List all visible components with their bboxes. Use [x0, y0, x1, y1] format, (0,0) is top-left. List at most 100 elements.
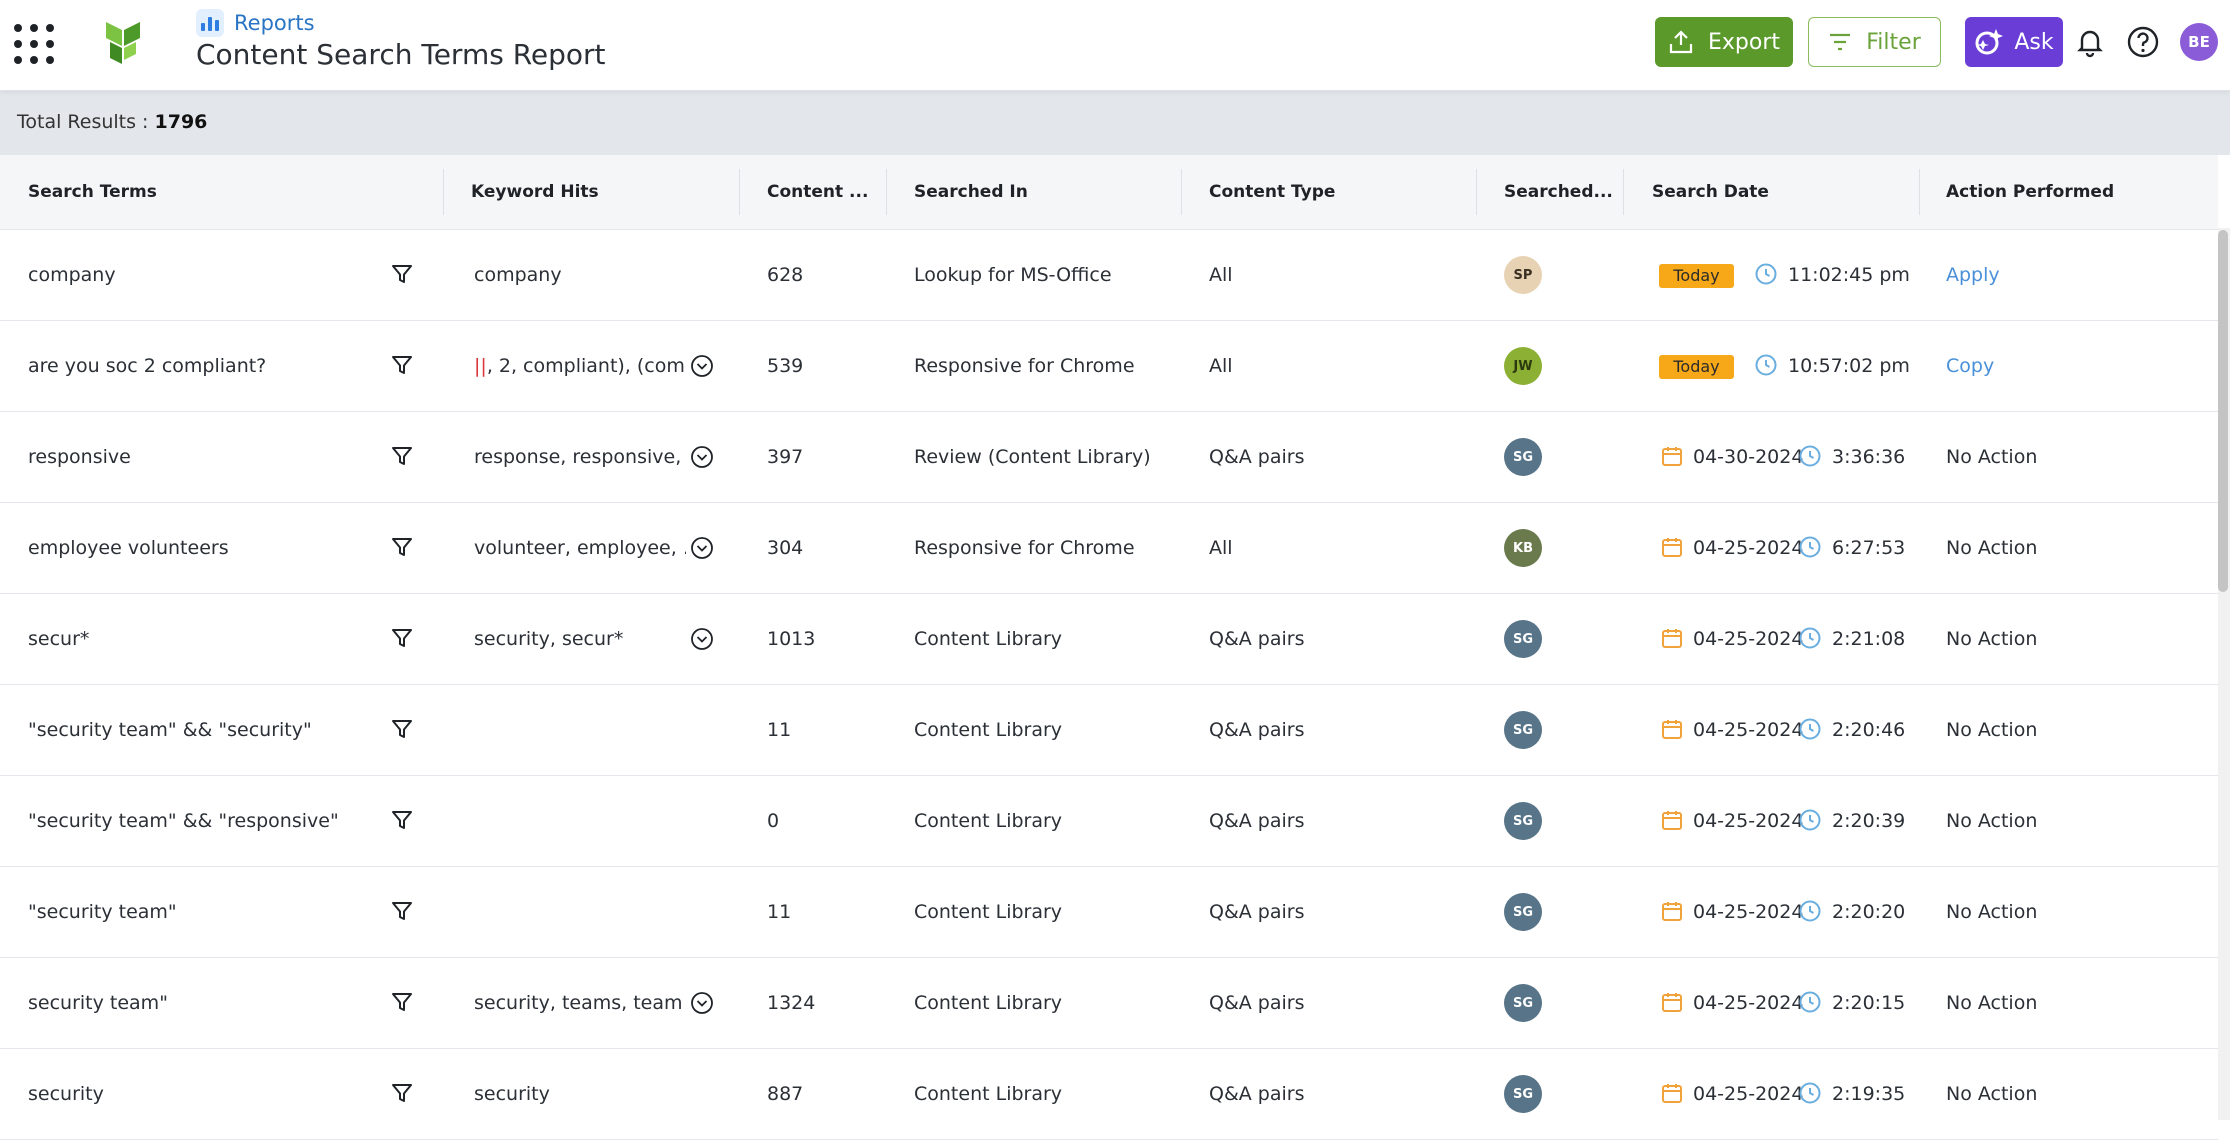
help-icon[interactable] [2125, 24, 2161, 60]
expand-keywords-icon[interactable] [690, 627, 714, 651]
table-row[interactable]: secur* security, secur* 1013 Content Librar… [0, 594, 2218, 685]
content-count: 539 [767, 355, 804, 377]
breadcrumb-reports[interactable]: Reports [196, 8, 315, 38]
col-content-count[interactable]: Content ... [767, 155, 868, 229]
search-time: 11:02:45 pm [1788, 264, 1910, 286]
export-button[interactable]: Export [1655, 17, 1793, 67]
filter-icon[interactable] [390, 626, 414, 650]
searched-by-avatar[interactable]: SG [1504, 893, 1542, 931]
clock-icon [1798, 990, 1822, 1014]
searched-by-avatar[interactable]: SG [1504, 984, 1542, 1022]
keyword-hits: security [474, 1049, 686, 1139]
col-search-terms[interactable]: Search Terms [28, 155, 157, 229]
column-divider[interactable] [886, 169, 887, 215]
expand-keywords-icon[interactable] [690, 991, 714, 1015]
content-type: Q&A pairs [1209, 719, 1305, 741]
expand-keywords-icon[interactable] [690, 536, 714, 560]
search-date: 04-25-2024 [1693, 1083, 1804, 1105]
keyword-hits-text: security, secur* [474, 628, 624, 650]
filter-icon[interactable] [390, 535, 414, 559]
expand-keywords-icon[interactable] [690, 445, 714, 469]
action-performed: No Action [1946, 719, 2038, 741]
table-row[interactable]: "security team" && "security" 11 Content L… [0, 685, 2218, 776]
calendar-icon [1660, 626, 1684, 650]
column-divider[interactable] [739, 169, 740, 215]
table-row[interactable]: employee volunteers volunteer, employee, … [0, 503, 2218, 594]
searched-by-avatar[interactable]: SG [1504, 711, 1542, 749]
today-badge: Today [1659, 355, 1734, 379]
bell-icon[interactable] [2072, 24, 2108, 60]
action-performed[interactable]: Copy [1946, 321, 1994, 411]
searched-by-avatar[interactable]: SG [1504, 802, 1542, 840]
action-performed: No Action [1946, 810, 2038, 832]
search-date: 04-25-2024 [1693, 992, 1804, 1014]
search-term: "security team" && "security" [28, 719, 312, 741]
filter-icon[interactable] [390, 808, 414, 832]
table-row[interactable]: responsive response, responsive, … 397 Revi… [0, 412, 2218, 503]
search-date: 04-25-2024 [1693, 901, 1804, 923]
searched-in: Content Library [914, 901, 1063, 923]
expand-keywords-icon[interactable] [690, 354, 714, 378]
ask-ai-button[interactable]: Ask [1965, 17, 2063, 67]
keyword-hits-text: company [474, 264, 562, 286]
user-avatar[interactable]: BE [2180, 23, 2218, 61]
total-results-label: Total Results : [17, 111, 155, 133]
calendar-icon [1660, 717, 1684, 741]
column-divider[interactable] [1476, 169, 1477, 215]
table-row[interactable]: security team" security, teams, team 1324 C… [0, 958, 2218, 1049]
col-searched-by[interactable]: Searched... [1504, 155, 1613, 229]
column-divider[interactable] [443, 169, 444, 215]
searched-in: Review (Content Library) [914, 446, 1151, 468]
col-search-date[interactable]: Search Date [1652, 155, 1769, 229]
table-row[interactable]: company company 628 Lookup for MS-Office All… [0, 230, 2218, 321]
search-date: 04-25-2024 [1693, 628, 1804, 650]
clock-icon [1798, 444, 1822, 468]
searched-by-avatar[interactable]: JW [1504, 347, 1542, 385]
column-divider[interactable] [1919, 169, 1920, 215]
action-performed: No Action [1946, 628, 2038, 650]
filter-icon[interactable] [390, 353, 414, 377]
searched-by-avatar[interactable]: SG [1504, 620, 1542, 658]
col-searched-in[interactable]: Searched In [914, 155, 1028, 229]
filter-icon[interactable] [390, 717, 414, 741]
filter-icon[interactable] [390, 262, 414, 286]
table-row[interactable]: "security team" 11 Content Library Q&A pair… [0, 867, 2218, 958]
app-launcher-icon[interactable] [12, 22, 54, 64]
content-type: All [1209, 264, 1233, 286]
action-performed[interactable]: Apply [1946, 230, 2000, 320]
filter-icon[interactable] [390, 899, 414, 923]
keyword-hits: security, secur* [474, 594, 686, 684]
col-keyword-hits[interactable]: Keyword Hits [471, 155, 599, 229]
table-header: Search Terms Keyword Hits Content ... Se… [0, 155, 2218, 230]
brand-logo [106, 22, 140, 64]
searched-by-avatar[interactable]: KB [1504, 529, 1542, 567]
total-results-count: 1796 [154, 111, 208, 133]
search-date: 04-25-2024 [1693, 810, 1804, 832]
search-date: 04-25-2024 [1693, 537, 1804, 559]
searched-in: Responsive for Chrome [914, 355, 1135, 377]
clock-icon [1798, 626, 1822, 650]
scrollbar-thumb[interactable] [2218, 230, 2228, 592]
col-content-type[interactable]: Content Type [1209, 155, 1335, 229]
search-term: secur* [28, 628, 90, 650]
filter-icon[interactable] [390, 1081, 414, 1105]
column-divider[interactable] [1181, 169, 1182, 215]
filter-button[interactable]: Filter [1808, 17, 1941, 67]
keyword-hits-text: security [474, 1083, 550, 1105]
content-count: 11 [767, 901, 792, 923]
searched-by-avatar[interactable]: SP [1504, 256, 1542, 294]
col-action-performed[interactable]: Action Performed [1946, 155, 2114, 229]
keyword-hits: company [474, 230, 686, 320]
content-count: 628 [767, 264, 804, 286]
filter-icon[interactable] [390, 444, 414, 468]
table-row[interactable]: security security 887 Content Library Q&A pa… [0, 1049, 2218, 1140]
searched-by-avatar[interactable]: SG [1504, 1075, 1542, 1113]
filter-icon[interactable] [390, 990, 414, 1014]
content-count: 11 [767, 719, 792, 741]
clock-icon [1754, 353, 1778, 377]
column-divider[interactable] [1623, 169, 1624, 215]
calendar-icon [1660, 808, 1684, 832]
searched-by-avatar[interactable]: SG [1504, 438, 1542, 476]
table-row[interactable]: "security team" && "responsive" 0 Content … [0, 776, 2218, 867]
table-row[interactable]: are you soc 2 compliant? ||, 2, compliant… [0, 321, 2218, 412]
